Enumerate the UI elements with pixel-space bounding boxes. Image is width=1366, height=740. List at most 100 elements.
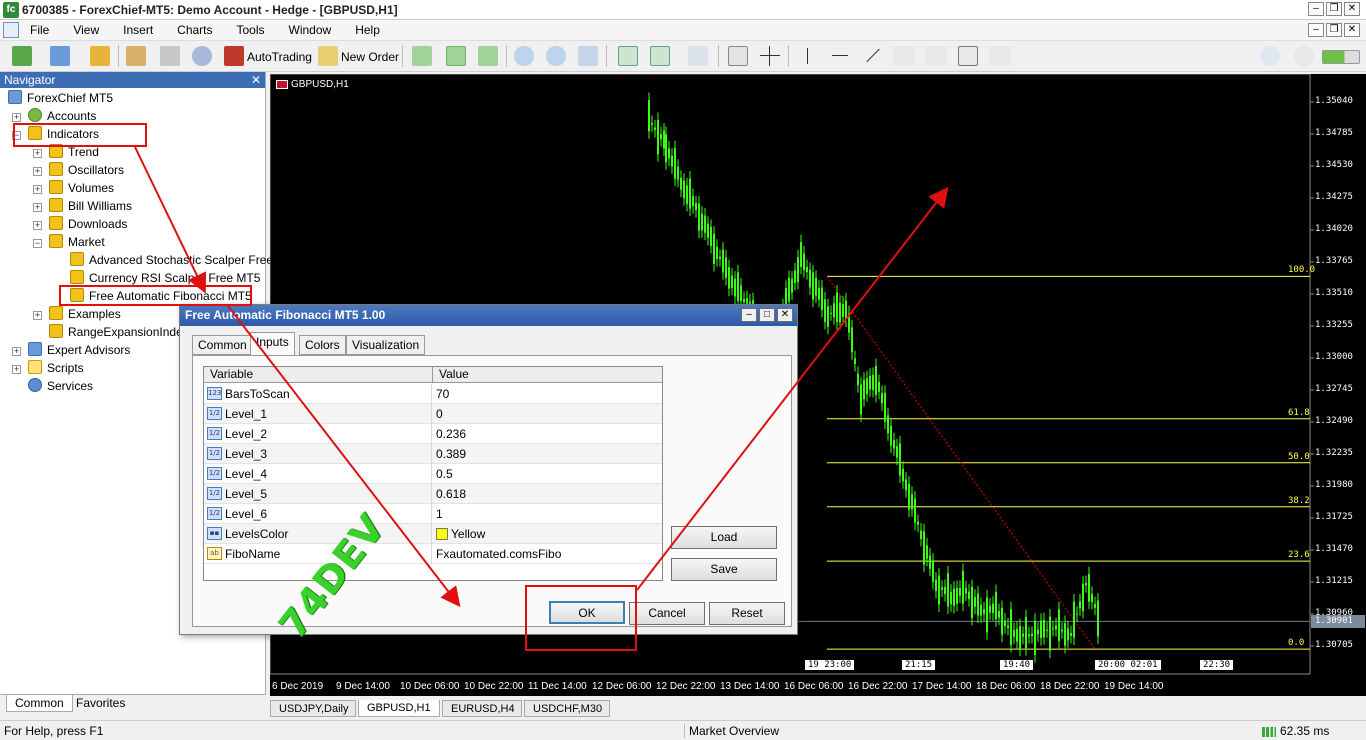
text-tool-icon[interactable] [958,46,978,66]
tree-item-advanced-stochastic[interactable]: Advanced Stochastic Scalper Free f [70,251,280,269]
tree-item-scripts[interactable]: Scripts [28,359,84,377]
child-minimize-button[interactable]: – [1308,23,1324,37]
templates-icon[interactable] [688,46,708,66]
chat-icon[interactable] [1294,46,1314,66]
load-button[interactable]: Load [671,526,777,549]
horizontal-line-icon[interactable] [830,46,850,66]
tree-item-range-expansion-index[interactable]: RangeExpansionIndex [49,323,189,341]
expand-volumes-icon[interactable]: + [33,185,42,194]
restore-button[interactable]: ❐ [1326,2,1342,16]
tree-item-oscillators[interactable]: Oscillators [49,161,124,179]
param-value[interactable]: 0.389 [433,444,662,464]
dialog-close-button[interactable]: ✕ [777,308,793,322]
menu-window[interactable]: Window [289,23,332,37]
param-row[interactable]: 1/2 Level_4 0.5 [204,464,662,484]
tree-root[interactable]: ForexChief MT5 [8,89,113,107]
menu-help[interactable]: Help [355,23,380,37]
equidistant-channel-icon[interactable] [894,46,914,66]
expand-scripts-icon[interactable]: + [12,365,21,374]
expand-downloads-icon[interactable]: + [33,221,42,230]
param-value-color[interactable]: Yellow [433,524,662,544]
param-row[interactable]: 123 BarsToScan 70 [204,384,662,404]
tab-usdchf-m30[interactable]: USDCHF,M30 [524,700,610,717]
param-value[interactable]: 0.236 [433,424,662,444]
navigator-icon[interactable] [160,46,180,66]
tab-eurusd-h4[interactable]: EURUSD,H4 [442,700,522,717]
menu-file[interactable]: File [30,23,49,37]
crosshair-icon[interactable] [760,46,780,66]
expand-bill-williams-icon[interactable]: + [33,203,42,212]
tree-item-examples[interactable]: Examples [49,305,121,323]
dialog-tab-common[interactable]: Common [192,335,253,355]
tab-usdjpy-daily[interactable]: USDJPY,Daily [270,700,356,717]
param-row[interactable]: ab FiboName Fxautomated.comsFibo [204,544,662,564]
minimize-button[interactable]: – [1308,2,1324,16]
param-row[interactable]: 1/2 Level_2 0.236 [204,424,662,444]
tree-item-services[interactable]: Services [28,377,93,395]
tile-windows-icon[interactable] [578,46,598,66]
child-restore-button[interactable]: ❐ [1326,23,1342,37]
tree-item-expert-advisors[interactable]: Expert Advisors [28,341,130,359]
autotrading-button[interactable]: AutoTrading [247,50,312,64]
zoom-out-icon[interactable] [546,46,566,66]
save-button[interactable]: Save [671,558,777,581]
vertical-line-icon[interactable] [798,46,818,66]
cancel-button[interactable]: Cancel [629,602,705,625]
dialog-tab-inputs[interactable]: Inputs [250,332,295,356]
tab-gbpusd-h1[interactable]: GBPUSD,H1 [358,700,440,717]
search-icon[interactable] [1260,46,1280,66]
market-watch-icon[interactable] [90,46,110,66]
expand-accounts-icon[interactable]: + [12,113,21,122]
cursor-icon[interactable] [728,46,748,66]
dialog-tab-visualization[interactable]: Visualization [346,335,426,355]
param-row[interactable]: ▪▪ LevelsColor Yellow [204,524,662,544]
param-row[interactable]: 1/2 Level_6 1 [204,504,662,524]
data-window-icon[interactable] [126,46,146,66]
dialog-tab-colors[interactable]: Colors [299,335,346,355]
expand-expert-advisors-icon[interactable]: + [12,347,21,356]
param-value[interactable]: 70 [433,384,662,404]
expand-examples-icon[interactable]: + [33,311,42,320]
line-chart-icon[interactable] [478,46,498,66]
param-value[interactable]: 0 [433,404,662,424]
navigator-close-icon[interactable]: ✕ [251,72,261,88]
signal-icon[interactable] [192,46,212,66]
param-value[interactable]: 1 [433,504,662,524]
new-order-button[interactable]: New Order [341,50,399,64]
param-row[interactable]: 1/2 Level_3 0.389 [204,444,662,464]
bar-chart-icon[interactable] [412,46,432,66]
shapes-icon[interactable] [990,46,1010,66]
candlestick-icon[interactable] [446,46,466,66]
dialog-maximize-button[interactable]: □ [759,308,775,322]
zoom-in-icon[interactable] [514,46,534,66]
reset-button[interactable]: Reset [709,602,785,625]
trendline-icon[interactable] [862,46,882,66]
menu-insert[interactable]: Insert [123,23,153,37]
menu-tools[interactable]: Tools [237,23,265,37]
menu-view[interactable]: View [73,23,99,37]
close-button[interactable]: ✕ [1344,2,1360,16]
tab-favorites[interactable]: Favorites [68,695,133,712]
tree-item-volumes[interactable]: Volumes [49,179,114,197]
expand-trend-icon[interactable]: + [33,149,42,158]
profiles-icon[interactable] [50,46,70,66]
param-value[interactable]: 0.618 [433,484,662,504]
new-order-icon[interactable] [318,46,338,66]
param-row[interactable]: 1/2 Level_5 0.618 [204,484,662,504]
autotrading-icon[interactable] [224,46,244,66]
tree-item-downloads[interactable]: Downloads [49,215,127,233]
menu-charts[interactable]: Charts [177,23,212,37]
new-chart-icon[interactable] [12,46,32,66]
tree-item-bill-williams[interactable]: Bill Williams [49,197,132,215]
param-value[interactable]: Fxautomated.comsFibo [433,544,662,564]
expand-oscillators-icon[interactable]: + [33,167,42,176]
param-value[interactable]: 0.5 [433,464,662,484]
tab-common[interactable]: Common [6,695,73,712]
fibonacci-icon[interactable] [926,46,946,66]
tree-item-market[interactable]: Market [49,233,105,251]
child-close-button[interactable]: ✕ [1344,23,1360,37]
autoscroll-icon[interactable] [618,46,638,66]
chart-shift-icon[interactable] [650,46,670,66]
param-row[interactable]: 1/2 Level_1 0 [204,404,662,424]
collapse-market-icon[interactable]: − [33,239,42,248]
